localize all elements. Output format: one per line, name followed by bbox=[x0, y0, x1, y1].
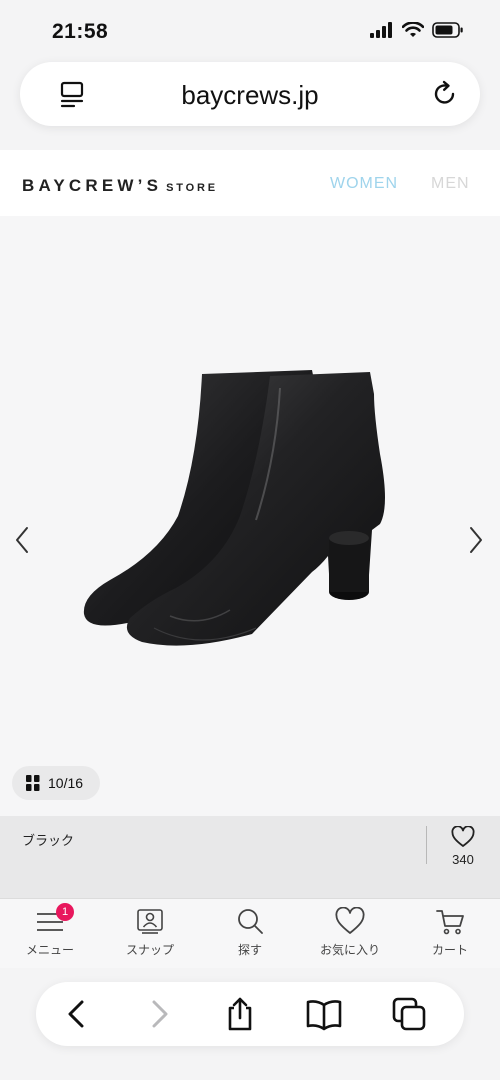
cart-icon bbox=[436, 910, 464, 935]
tabs-icon[interactable] bbox=[390, 996, 430, 1032]
bookmarks-icon[interactable] bbox=[304, 996, 344, 1032]
favorite-count: 340 bbox=[452, 852, 474, 867]
cellular-signal-icon bbox=[370, 22, 392, 38]
site-logo[interactable]: BAYCREW’S STORE bbox=[22, 176, 218, 196]
menu-badge: 1 bbox=[56, 903, 74, 921]
product-image-carousel[interactable]: 10/16 bbox=[0, 216, 500, 816]
color-info-strip: ブラック 340 bbox=[0, 816, 500, 900]
tab-favorites[interactable]: お気に入り bbox=[300, 907, 400, 967]
tab-snap[interactable]: スナップ bbox=[100, 907, 200, 967]
site-header: BAYCREW’S STORE WOMEN MEN bbox=[0, 150, 500, 216]
status-icons bbox=[370, 22, 464, 38]
site-tab-bar: 1 メニュー スナップ 探す お気に入り カート bbox=[0, 898, 500, 968]
tab-cart[interactable]: カート bbox=[400, 907, 500, 967]
divider bbox=[426, 826, 427, 864]
back-icon[interactable] bbox=[56, 996, 96, 1032]
reload-icon[interactable] bbox=[430, 79, 460, 109]
url-text[interactable]: baycrews.jp bbox=[20, 80, 480, 111]
nav-women-link[interactable]: WOMEN bbox=[330, 175, 398, 193]
tab-label: スナップ bbox=[125, 943, 174, 957]
wifi-icon bbox=[402, 22, 424, 37]
heart-icon bbox=[335, 907, 365, 934]
next-image-arrow-icon[interactable] bbox=[466, 522, 486, 558]
status-bar: 21:58 bbox=[0, 0, 500, 60]
tab-label: 探す bbox=[237, 943, 262, 957]
tab-label: メニュー bbox=[25, 943, 74, 957]
favorite-heart-icon[interactable] bbox=[451, 826, 475, 848]
nav-men-link[interactable]: MEN bbox=[431, 175, 470, 193]
image-counter[interactable]: 10/16 bbox=[12, 766, 100, 800]
address-bar[interactable]: baycrews.jp bbox=[20, 62, 480, 126]
share-icon[interactable] bbox=[220, 996, 260, 1032]
browser-toolbar bbox=[36, 982, 464, 1046]
product-photo-ankle-boots bbox=[83, 370, 385, 646]
tab-menu[interactable]: 1 メニュー bbox=[0, 903, 100, 967]
snap-icon bbox=[137, 909, 163, 934]
logo-sub: STORE bbox=[166, 182, 218, 194]
image-counter-text: 10/16 bbox=[48, 775, 84, 791]
color-name: ブラック bbox=[22, 833, 75, 848]
tab-search[interactable]: 探す bbox=[200, 907, 300, 967]
grid-icon bbox=[26, 775, 40, 791]
tab-label: カート bbox=[431, 943, 468, 957]
search-icon bbox=[238, 909, 263, 934]
status-time: 21:58 bbox=[52, 20, 109, 43]
web-page: BAYCREW’S STORE WOMEN MEN 10/16 ブラック 340 bbox=[0, 150, 500, 900]
battery-icon bbox=[432, 22, 463, 38]
tab-label: お気に入り bbox=[319, 943, 380, 957]
forward-icon[interactable] bbox=[140, 996, 180, 1032]
previous-image-arrow-icon[interactable] bbox=[12, 522, 32, 558]
logo-main: BAYCREW’S bbox=[22, 176, 163, 195]
